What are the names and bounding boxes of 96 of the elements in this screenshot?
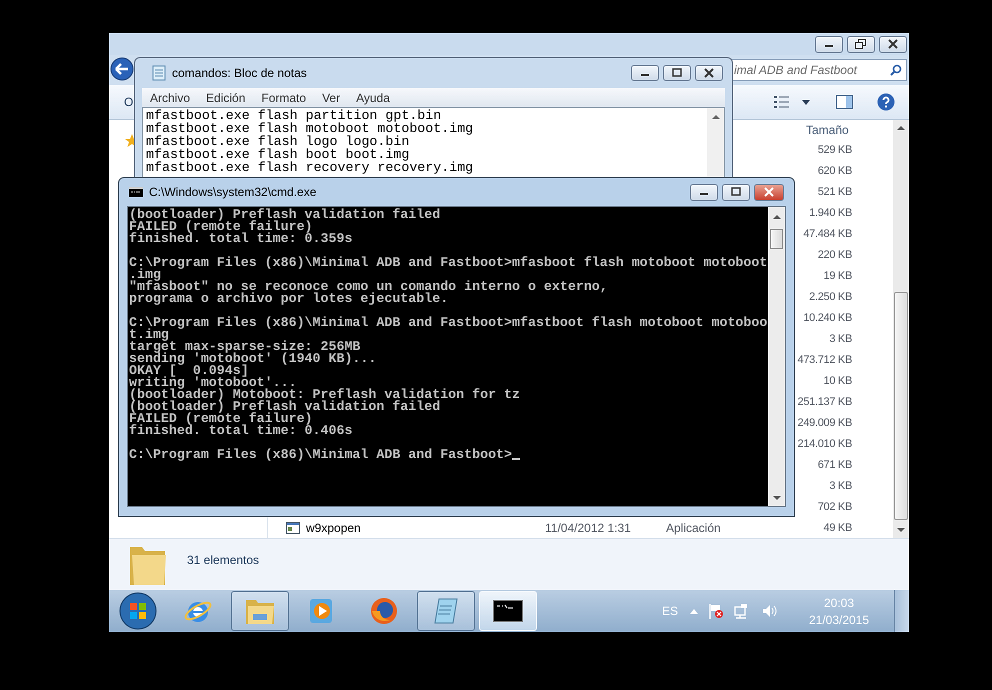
console-line: C:\Program Files (x86)\Minimal ADB and Fastboot>mfastboot flash motoboot motoboo <box>129 317 768 329</box>
console-line: sending 'motoboot' (1940 KB)... <box>129 353 376 365</box>
menu-item[interactable]: Archivo <box>142 90 198 104</box>
file-size: 473.712 KB <box>798 354 852 366</box>
scroll-up-icon[interactable] <box>897 126 905 130</box>
menu-item[interactable]: Edición <box>198 90 254 104</box>
view-list-icon[interactable] <box>774 95 790 109</box>
maximize-icon <box>731 187 741 197</box>
scroll-up-icon[interactable] <box>772 215 780 219</box>
minimize-button[interactable] <box>815 36 843 52</box>
scroll-down-icon[interactable] <box>897 528 905 532</box>
column-header[interactable]: Tamaño <box>786 122 872 136</box>
console-line: FAILED (remote failure) <box>129 413 313 425</box>
file-size: 49 KB <box>824 522 852 534</box>
file-size: 251.137 KB <box>798 396 852 408</box>
close-button[interactable] <box>695 65 723 81</box>
file-size: 10 KB <box>824 374 852 386</box>
scroll-up-icon[interactable] <box>712 115 720 119</box>
console-line: target max-sparse-size: 256MB <box>129 341 360 353</box>
scrollbar-thumb[interactable] <box>770 229 783 249</box>
terminal-icon <box>129 187 143 197</box>
file-size: 19 KB <box>824 270 852 282</box>
console-line: t.img <box>129 329 169 341</box>
text-line: mfastboot.exe flash motoboot motoboot.img <box>146 122 474 135</box>
console-line: "mfasboot" no se reconoce como un comando interno o externo, <box>129 281 608 293</box>
text-line: mfastboot.exe flash recovery recovery.img <box>146 161 474 174</box>
notepad-icon <box>152 65 166 81</box>
scrollbar[interactable] <box>707 108 724 178</box>
file-size: 3 KB <box>829 332 852 344</box>
flag-icon[interactable] <box>708 603 724 619</box>
menu-item[interactable]: Ver <box>314 90 348 104</box>
file-size: 702 KB <box>818 500 852 512</box>
search-field[interactable]: imal ADB and Fastboot <box>731 59 907 81</box>
round-logo-icon <box>369 596 399 626</box>
file-size: 10.240 KB <box>803 312 852 324</box>
restore-icon <box>855 39 867 49</box>
close-icon <box>764 187 774 197</box>
file-name[interactable]: w9xpopen <box>306 520 361 534</box>
scroll-down-icon[interactable] <box>772 496 780 500</box>
file-size: 2.250 KB <box>809 290 852 302</box>
scrollbar[interactable] <box>768 207 785 506</box>
text-line: mfastboot.exe flash partition gpt.bin <box>146 109 442 122</box>
maximize-button[interactable] <box>722 184 750 200</box>
console-line: finished. total time: 0.406s <box>129 425 352 437</box>
console-line: writing 'motoboot'... <box>129 377 297 389</box>
restore-button[interactable] <box>847 36 875 52</box>
help-icon[interactable] <box>877 93 895 111</box>
file-size: 3 KB <box>829 480 852 492</box>
text-area[interactable]: mfastboot.exe flash partition gpt.bin mfastboot.exe flash motoboot motoboot.img mfastboot.exe flash logo logo.bin mfastboot.exe flash boot boot.img mfastboot.exe flash recovery recovery.img <box>142 107 725 178</box>
maximize-icon <box>672 68 682 78</box>
menu-item[interactable]: Formato <box>253 90 314 104</box>
file-size: 249.009 KB <box>798 416 852 428</box>
console-line: C:\Program Files (x86)\Minimal ADB and Fastboot>mfasboot flash motoboot motoboot <box>129 257 768 269</box>
minimize-button[interactable] <box>631 65 659 81</box>
application-icon <box>286 522 300 534</box>
file-size: 1.940 KB <box>809 206 852 218</box>
console-line: programa o archivo por lotes ejecutable. <box>129 293 448 305</box>
scrollbar-thumb[interactable] <box>894 292 908 520</box>
minimize-button[interactable] <box>690 184 718 200</box>
file-size: 220 KB <box>818 248 852 260</box>
preview-pane-icon[interactable] <box>836 95 853 109</box>
toolbar-label[interactable]: O <box>124 95 134 109</box>
maximize-button[interactable] <box>663 65 691 81</box>
close-button[interactable] <box>754 184 784 200</box>
text-line: mfastboot.exe flash logo logo.bin <box>146 135 410 148</box>
file-type: Aplicación <box>666 520 721 534</box>
search-icon <box>890 64 902 76</box>
text-line: mfastboot.exe flash boot boot.img <box>146 148 410 161</box>
file-date: 11/04/2012 1:31 <box>545 520 631 534</box>
close-button[interactable] <box>879 36 907 52</box>
console-line: C:\Program Files (x86)\Minimal ADB and Fastboot> <box>129 449 512 461</box>
console-line: FAILED (remote failure) <box>129 221 313 233</box>
console-line: (bootloader) Preflash validation failed <box>129 401 440 413</box>
file-size: 620 KB <box>818 164 852 176</box>
folder-icon <box>245 597 275 625</box>
console-line: finished. total time: 0.359s <box>129 233 352 245</box>
caret-icon[interactable] <box>802 100 810 104</box>
file-size: 214.010 KB <box>798 438 852 450</box>
console-line: OKAY [ 0.094s] <box>129 365 249 377</box>
file-size: 671 KB <box>818 458 852 470</box>
menu-item[interactable]: Ayuda <box>348 90 398 104</box>
console-line: (bootloader) Motoboot: Preflash validation for tz <box>129 389 520 401</box>
item-count: 31 elementos <box>187 553 260 567</box>
close-icon <box>888 39 898 49</box>
window-title: comandos: Bloc de notas <box>172 66 307 80</box>
console-line: .img <box>129 269 161 281</box>
close-icon <box>704 68 714 78</box>
file-size: 521 KB <box>818 186 852 198</box>
back-button[interactable] <box>110 57 136 83</box>
scrollbar[interactable] <box>893 120 909 538</box>
window-title: C:\Windows\system32\cmd.exe <box>149 185 316 199</box>
console-line: (bootloader) Preflash validation failed <box>129 209 440 221</box>
file-size: 529 KB <box>818 144 852 156</box>
show-desktop-button[interactable] <box>894 590 909 632</box>
terminal-icon <box>493 600 523 622</box>
file-size: 47.484 KB <box>803 228 852 240</box>
